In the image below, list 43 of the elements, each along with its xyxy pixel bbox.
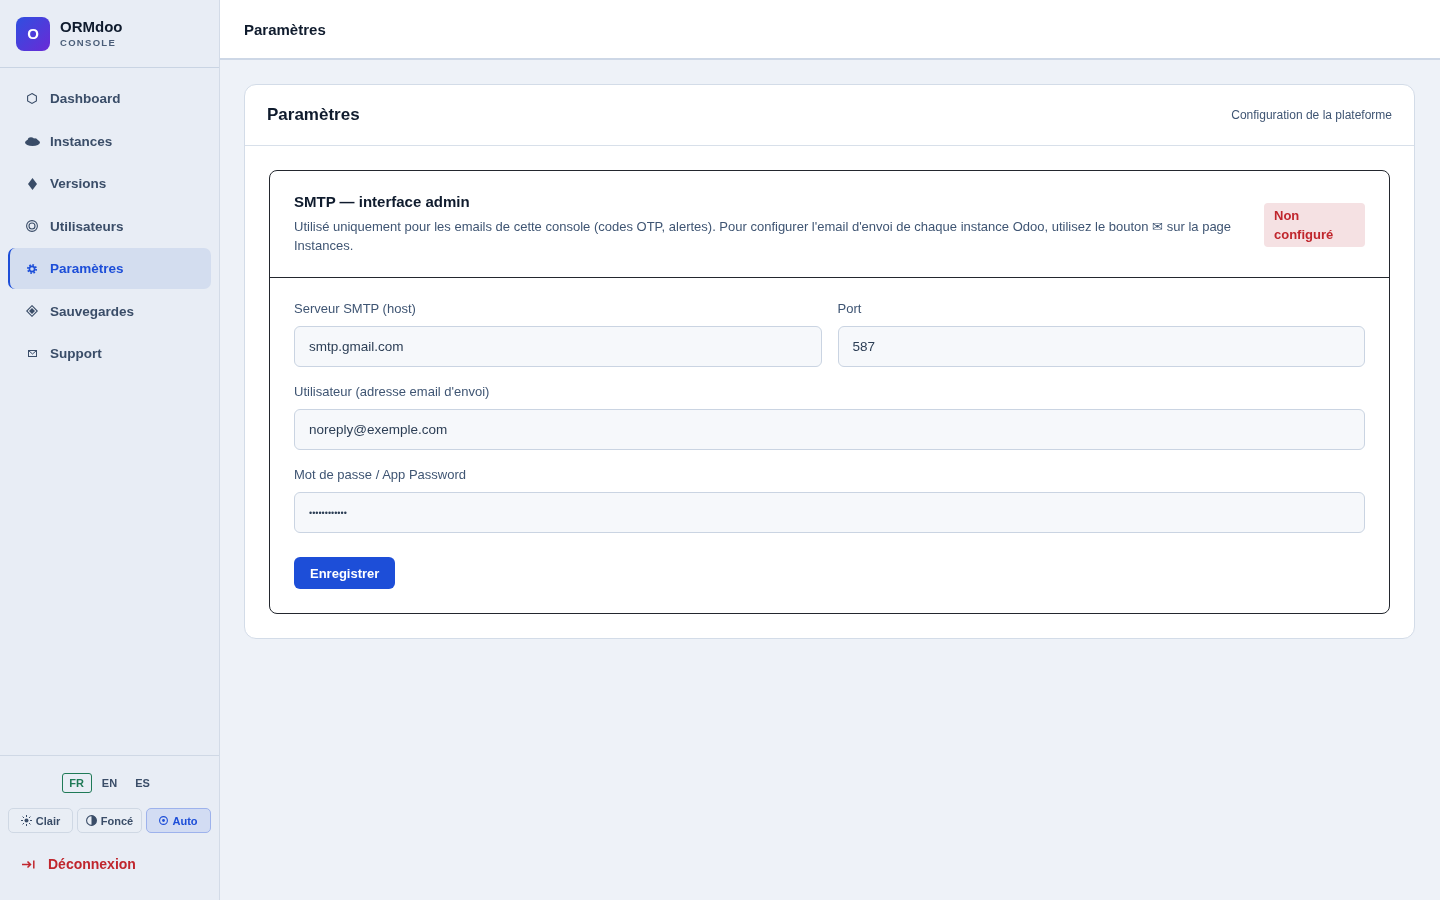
nav-item[interactable]: Versions bbox=[8, 163, 211, 204]
half-circle-icon bbox=[85, 815, 97, 826]
theme-button[interactable]: Auto bbox=[146, 808, 211, 833]
field-label: Utilisateur (adresse email d'envoi) bbox=[294, 383, 491, 401]
double-ring-icon bbox=[26, 220, 38, 232]
gear-icon bbox=[27, 263, 37, 274]
nav-item[interactable]: Dashboard bbox=[8, 78, 211, 119]
language-button[interactable]: EN bbox=[94, 773, 125, 793]
brand-name: ORMdoo bbox=[60, 18, 123, 35]
hexagon-icon bbox=[27, 93, 37, 104]
field-label: Mot de passe / App Password bbox=[294, 466, 467, 484]
diamond-icon bbox=[26, 305, 38, 317]
diamond-icon bbox=[27, 177, 37, 190]
sun-icon bbox=[20, 815, 32, 826]
card-title: Paramètres bbox=[267, 105, 360, 125]
logout-icon bbox=[22, 859, 35, 869]
status-badge: Non configuré bbox=[1264, 203, 1365, 247]
language-button[interactable]: ES bbox=[127, 773, 158, 793]
nav-item[interactable]: Sauvegardes bbox=[8, 290, 211, 332]
input-field[interactable]: 587 bbox=[837, 326, 1365, 367]
envelope-icon bbox=[27, 350, 37, 357]
theme-button[interactable]: Clair bbox=[8, 808, 73, 833]
language-button[interactable]: FR bbox=[61, 773, 92, 793]
input-field[interactable]: noreply@exemple.com bbox=[294, 409, 1365, 450]
ring-dot-icon bbox=[159, 816, 169, 825]
app-logo: O bbox=[16, 16, 50, 51]
nav-item[interactable]: Paramètres bbox=[8, 248, 211, 289]
theme-button[interactable]: Foncé bbox=[77, 808, 142, 833]
card-subtitle: Configuration de la plateforme bbox=[1231, 108, 1392, 122]
cloud-icon bbox=[24, 136, 40, 146]
input-field[interactable]: smtp.gmail.com bbox=[294, 326, 822, 367]
section-description: Utilisé uniquement pour les emails de cette console (codes OTP, alertes). Pour configurer l'email d'envoi de chaque instance Odoo, utilisez le bouton ✉ sur la page Instances. bbox=[294, 218, 1233, 255]
password-field[interactable]: •••••••••••• bbox=[294, 492, 1365, 533]
field-label: Serveur SMTP (host) bbox=[294, 300, 417, 318]
brand-subtitle: CONSOLE bbox=[60, 37, 118, 49]
field-label: Port bbox=[837, 300, 863, 318]
save-button[interactable]: Enregistrer bbox=[294, 557, 396, 589]
nav-item[interactable]: Support bbox=[8, 333, 211, 374]
page-title: Paramètres bbox=[244, 20, 326, 38]
section-title: SMTP — interface admin bbox=[294, 193, 471, 211]
nav-item[interactable]: Utilisateurs bbox=[8, 205, 211, 247]
logout-link[interactable]: Déconnexion bbox=[8, 854, 211, 874]
nav-item[interactable]: Instances bbox=[8, 120, 211, 162]
